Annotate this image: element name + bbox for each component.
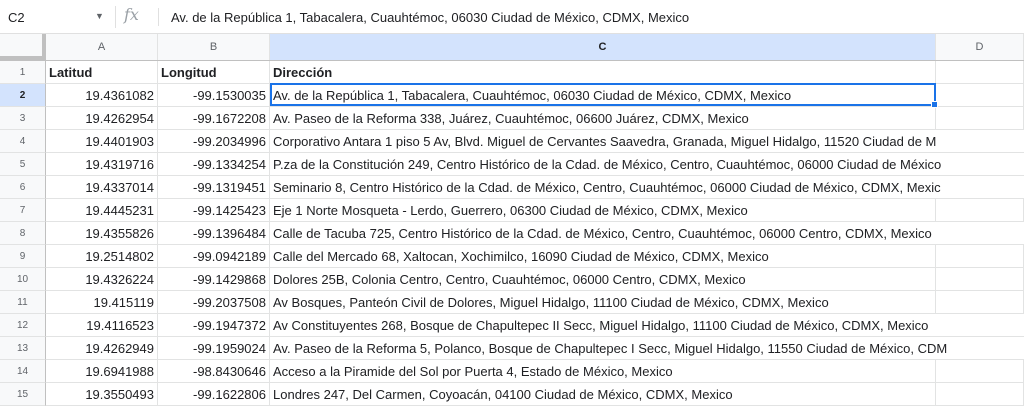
table-row: 9 19.2514802 -99.0942189 Calle del Merca… (0, 245, 1024, 268)
row-header[interactable]: 1 (0, 61, 46, 84)
table-row: 6 19.4337014 -99.1319451 Seminario 8, Ce… (0, 176, 1024, 199)
cell-direccion[interactable]: Av Constituyentes 268, Bosque de Chapult… (270, 314, 1024, 337)
cell-latitud[interactable]: 19.4355826 (46, 222, 158, 245)
table-row: 8 19.4355826 -99.1396484 Calle de Tacuba… (0, 222, 1024, 245)
table-row: 2 19.4361082 -99.1530035 Av. de la Repúb… (0, 84, 1024, 107)
cell-longitud[interactable]: -99.1672208 (158, 107, 270, 130)
row-header[interactable]: 13 (0, 337, 46, 360)
row-header[interactable]: 12 (0, 314, 46, 337)
row-header[interactable]: 8 (0, 222, 46, 245)
select-all-corner[interactable] (0, 34, 46, 60)
cell-longitud[interactable]: -99.1959024 (158, 337, 270, 360)
row-header[interactable]: 7 (0, 199, 46, 222)
cell-direccion[interactable]: Av. Paseo de la Reforma 338, Juárez, Cua… (270, 107, 936, 130)
cell-b1[interactable]: Longitud (158, 61, 270, 84)
column-header-b[interactable]: B (158, 34, 270, 60)
cell-longitud[interactable]: -99.1425423 (158, 199, 270, 222)
row-header[interactable]: 2 (0, 84, 46, 107)
row-header[interactable]: 10 (0, 268, 46, 291)
cell-latitud[interactable]: 19.4319716 (46, 153, 158, 176)
cell-longitud[interactable]: -99.0942189 (158, 245, 270, 268)
cell-c1[interactable]: Dirección (270, 61, 936, 84)
table-row: 14 19.6941988 -98.8430646 Acceso a la Pi… (0, 360, 1024, 383)
row-header[interactable]: 6 (0, 176, 46, 199)
cell-longitud[interactable]: -99.1947372 (158, 314, 270, 337)
formula-bar: C2 ▼ fx Av. de la República 1, Tabacaler… (0, 0, 1024, 34)
cell-direccion[interactable]: P.za de la Constitución 249, Centro Hist… (270, 153, 1024, 176)
table-row: 11 19.415119 -99.2037508 Av Bosques, Pan… (0, 291, 1024, 314)
table-row: 1 Latitud Longitud Dirección (0, 61, 1024, 84)
table-row: 3 19.4262954 -99.1672208 Av. Paseo de la… (0, 107, 1024, 130)
cell-latitud[interactable]: 19.4337014 (46, 176, 158, 199)
function-icon: fx (124, 5, 139, 24)
cell-latitud[interactable]: 19.2514802 (46, 245, 158, 268)
cell-direccion[interactable]: Calle de Tacuba 725, Centro Histórico de… (270, 222, 1024, 245)
cell-latitud[interactable]: 19.4116523 (46, 314, 158, 337)
cell-direccion[interactable]: Corporativo Antara 1 piso 5 Av, Blvd. Mi… (270, 130, 1024, 153)
cell-reference: C2 (8, 10, 25, 25)
cell-longitud[interactable]: -99.2037508 (158, 291, 270, 314)
cell-direccion[interactable]: Av. Paseo de la Reforma 5, Polanco, Bosq… (270, 337, 1024, 360)
cell-d[interactable] (936, 291, 1024, 314)
row-header[interactable]: 14 (0, 360, 46, 383)
cell-direccion[interactable]: Londres 247, Del Carmen, Coyoacán, 04100… (270, 383, 936, 406)
cell-longitud[interactable]: -99.1334254 (158, 153, 270, 176)
cell-direccion[interactable]: Av. de la República 1, Tabacalera, Cuauh… (270, 84, 936, 107)
formula-divider (158, 8, 159, 26)
column-header-c[interactable]: C (270, 34, 936, 60)
cell-latitud[interactable]: 19.4401903 (46, 130, 158, 153)
row-header[interactable]: 15 (0, 383, 46, 406)
cell-d[interactable] (936, 268, 1024, 291)
row-header[interactable]: 4 (0, 130, 46, 153)
table-row: 15 19.3550493 -99.1622806 Londres 247, D… (0, 383, 1024, 406)
table-row: 5 19.4319716 -99.1334254 P.za de la Cons… (0, 153, 1024, 176)
chevron-down-icon[interactable]: ▼ (95, 11, 104, 21)
column-header-d[interactable]: D (936, 34, 1024, 60)
cell-latitud[interactable]: 19.4262954 (46, 107, 158, 130)
freeze-row-handle[interactable] (0, 56, 46, 60)
cell-d[interactable] (936, 84, 1024, 107)
cell-longitud[interactable]: -99.1622806 (158, 383, 270, 406)
column-header-a[interactable]: A (46, 34, 158, 60)
cell-latitud[interactable]: 19.4262949 (46, 337, 158, 360)
cell-longitud[interactable]: -99.2034996 (158, 130, 270, 153)
cell-longitud[interactable]: -99.1396484 (158, 222, 270, 245)
table-row: 10 19.4326224 -99.1429868 Dolores 25B, C… (0, 268, 1024, 291)
fill-handle[interactable] (931, 101, 938, 108)
table-row: 7 19.4445231 -99.1425423 Eje 1 Norte Mos… (0, 199, 1024, 222)
cell-direccion[interactable]: Seminario 8, Centro Histórico de la Cdad… (270, 176, 1024, 199)
cell-d[interactable] (936, 360, 1024, 383)
cell-longitud[interactable]: -99.1429868 (158, 268, 270, 291)
name-box[interactable]: C2 ▼ (0, 6, 116, 28)
row-header[interactable]: 9 (0, 245, 46, 268)
row-header[interactable]: 3 (0, 107, 46, 130)
cell-longitud[interactable]: -99.1319451 (158, 176, 270, 199)
cell-longitud[interactable]: -99.1530035 (158, 84, 270, 107)
cell-a1[interactable]: Latitud (46, 61, 158, 84)
cell-latitud[interactable]: 19.4326224 (46, 268, 158, 291)
cell-latitud[interactable]: 19.6941988 (46, 360, 158, 383)
cell-d[interactable] (936, 199, 1024, 222)
table-row: 4 19.4401903 -99.2034996 Corporativo Ant… (0, 130, 1024, 153)
cell-latitud[interactable]: 19.4445231 (46, 199, 158, 222)
cell-longitud[interactable]: -98.8430646 (158, 360, 270, 383)
column-header-row: A B C D (0, 34, 1024, 61)
cell-direccion[interactable]: Acceso a la Piramide del Sol por Puerta … (270, 360, 936, 383)
row-header[interactable]: 11 (0, 291, 46, 314)
table-row: 12 19.4116523 -99.1947372 Av Constituyen… (0, 314, 1024, 337)
cell-latitud[interactable]: 19.3550493 (46, 383, 158, 406)
cell-d1[interactable] (936, 61, 1024, 84)
row-header[interactable]: 5 (0, 153, 46, 176)
table-row: 13 19.4262949 -99.1959024 Av. Paseo de l… (0, 337, 1024, 360)
cell-direccion[interactable]: Av Bosques, Panteón Civil de Dolores, Mi… (270, 291, 936, 314)
cell-d[interactable] (936, 107, 1024, 130)
cell-d[interactable] (936, 245, 1024, 268)
cell-direccion[interactable]: Eje 1 Norte Mosqueta - Lerdo, Guerrero, … (270, 199, 936, 222)
cell-direccion[interactable]: Dolores 25B, Colonia Centro, Centro, Cua… (270, 268, 936, 291)
cell-d[interactable] (936, 383, 1024, 406)
cell-latitud[interactable]: 19.415119 (46, 291, 158, 314)
cell-direccion[interactable]: Calle del Mercado 68, Xaltocan, Xochimil… (270, 245, 936, 268)
cell-latitud[interactable]: 19.4361082 (46, 84, 158, 107)
formula-input[interactable]: Av. de la República 1, Tabacalera, Cuauh… (171, 10, 689, 25)
